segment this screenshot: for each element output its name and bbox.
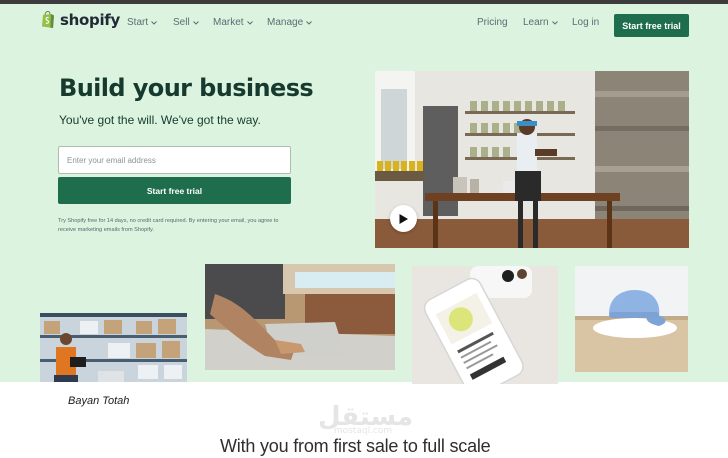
nav-market[interactable]: Market <box>213 17 253 28</box>
nav-pricing[interactable]: Pricing <box>477 17 508 28</box>
trial-disclaimer: Try Shopify free for 14 days, no credit … <box>58 218 279 233</box>
chevron-down-icon <box>246 20 253 25</box>
nav-sell-label: Sell <box>173 17 190 28</box>
hero-subtitle: You've got the will. We've got the way. <box>59 113 261 127</box>
mobile-store-image <box>412 266 558 384</box>
start-free-trial-nav-button[interactable]: Start free trial <box>614 14 689 37</box>
play-icon <box>399 213 408 224</box>
leather-craft-image <box>205 264 395 370</box>
nav-start[interactable]: Start <box>127 17 157 28</box>
section-tagline: With you from first sale to full scale <box>220 436 491 456</box>
shopping-bag-icon <box>42 11 54 28</box>
nav-market-label: Market <box>213 17 244 28</box>
mostaql-watermark: مستقل mostaql.com <box>318 404 413 436</box>
hero-video-image[interactable] <box>375 71 689 248</box>
blue-cap-image <box>575 266 688 372</box>
warehouse-worker-image <box>40 313 187 382</box>
email-field[interactable] <box>58 146 291 174</box>
nav-start-label: Start <box>127 17 149 28</box>
shopify-logo[interactable]: shopify <box>41 11 120 29</box>
start-free-trial-button[interactable]: Start free trial <box>58 177 291 204</box>
nav-learn[interactable]: Learn <box>523 17 558 28</box>
nav-learn-label: Learn <box>523 17 549 28</box>
chevron-down-icon <box>192 20 199 25</box>
page-title: Build your business <box>59 74 314 102</box>
author-caption: Bayan Totah <box>68 395 130 407</box>
nav-manage[interactable]: Manage <box>267 17 312 28</box>
chevron-down-icon <box>151 20 157 25</box>
play-video-button[interactable] <box>390 205 417 232</box>
nav-login[interactable]: Log in <box>572 17 599 28</box>
nav-manage-label: Manage <box>267 17 304 28</box>
chevron-down-icon <box>306 20 312 25</box>
nav-login-label: Log in <box>572 17 600 28</box>
nav-pricing-label: Pricing <box>477 17 508 28</box>
nav-sell[interactable]: Sell <box>173 17 199 28</box>
chevron-down-icon <box>551 20 558 25</box>
brand-name: shopify <box>60 11 120 29</box>
